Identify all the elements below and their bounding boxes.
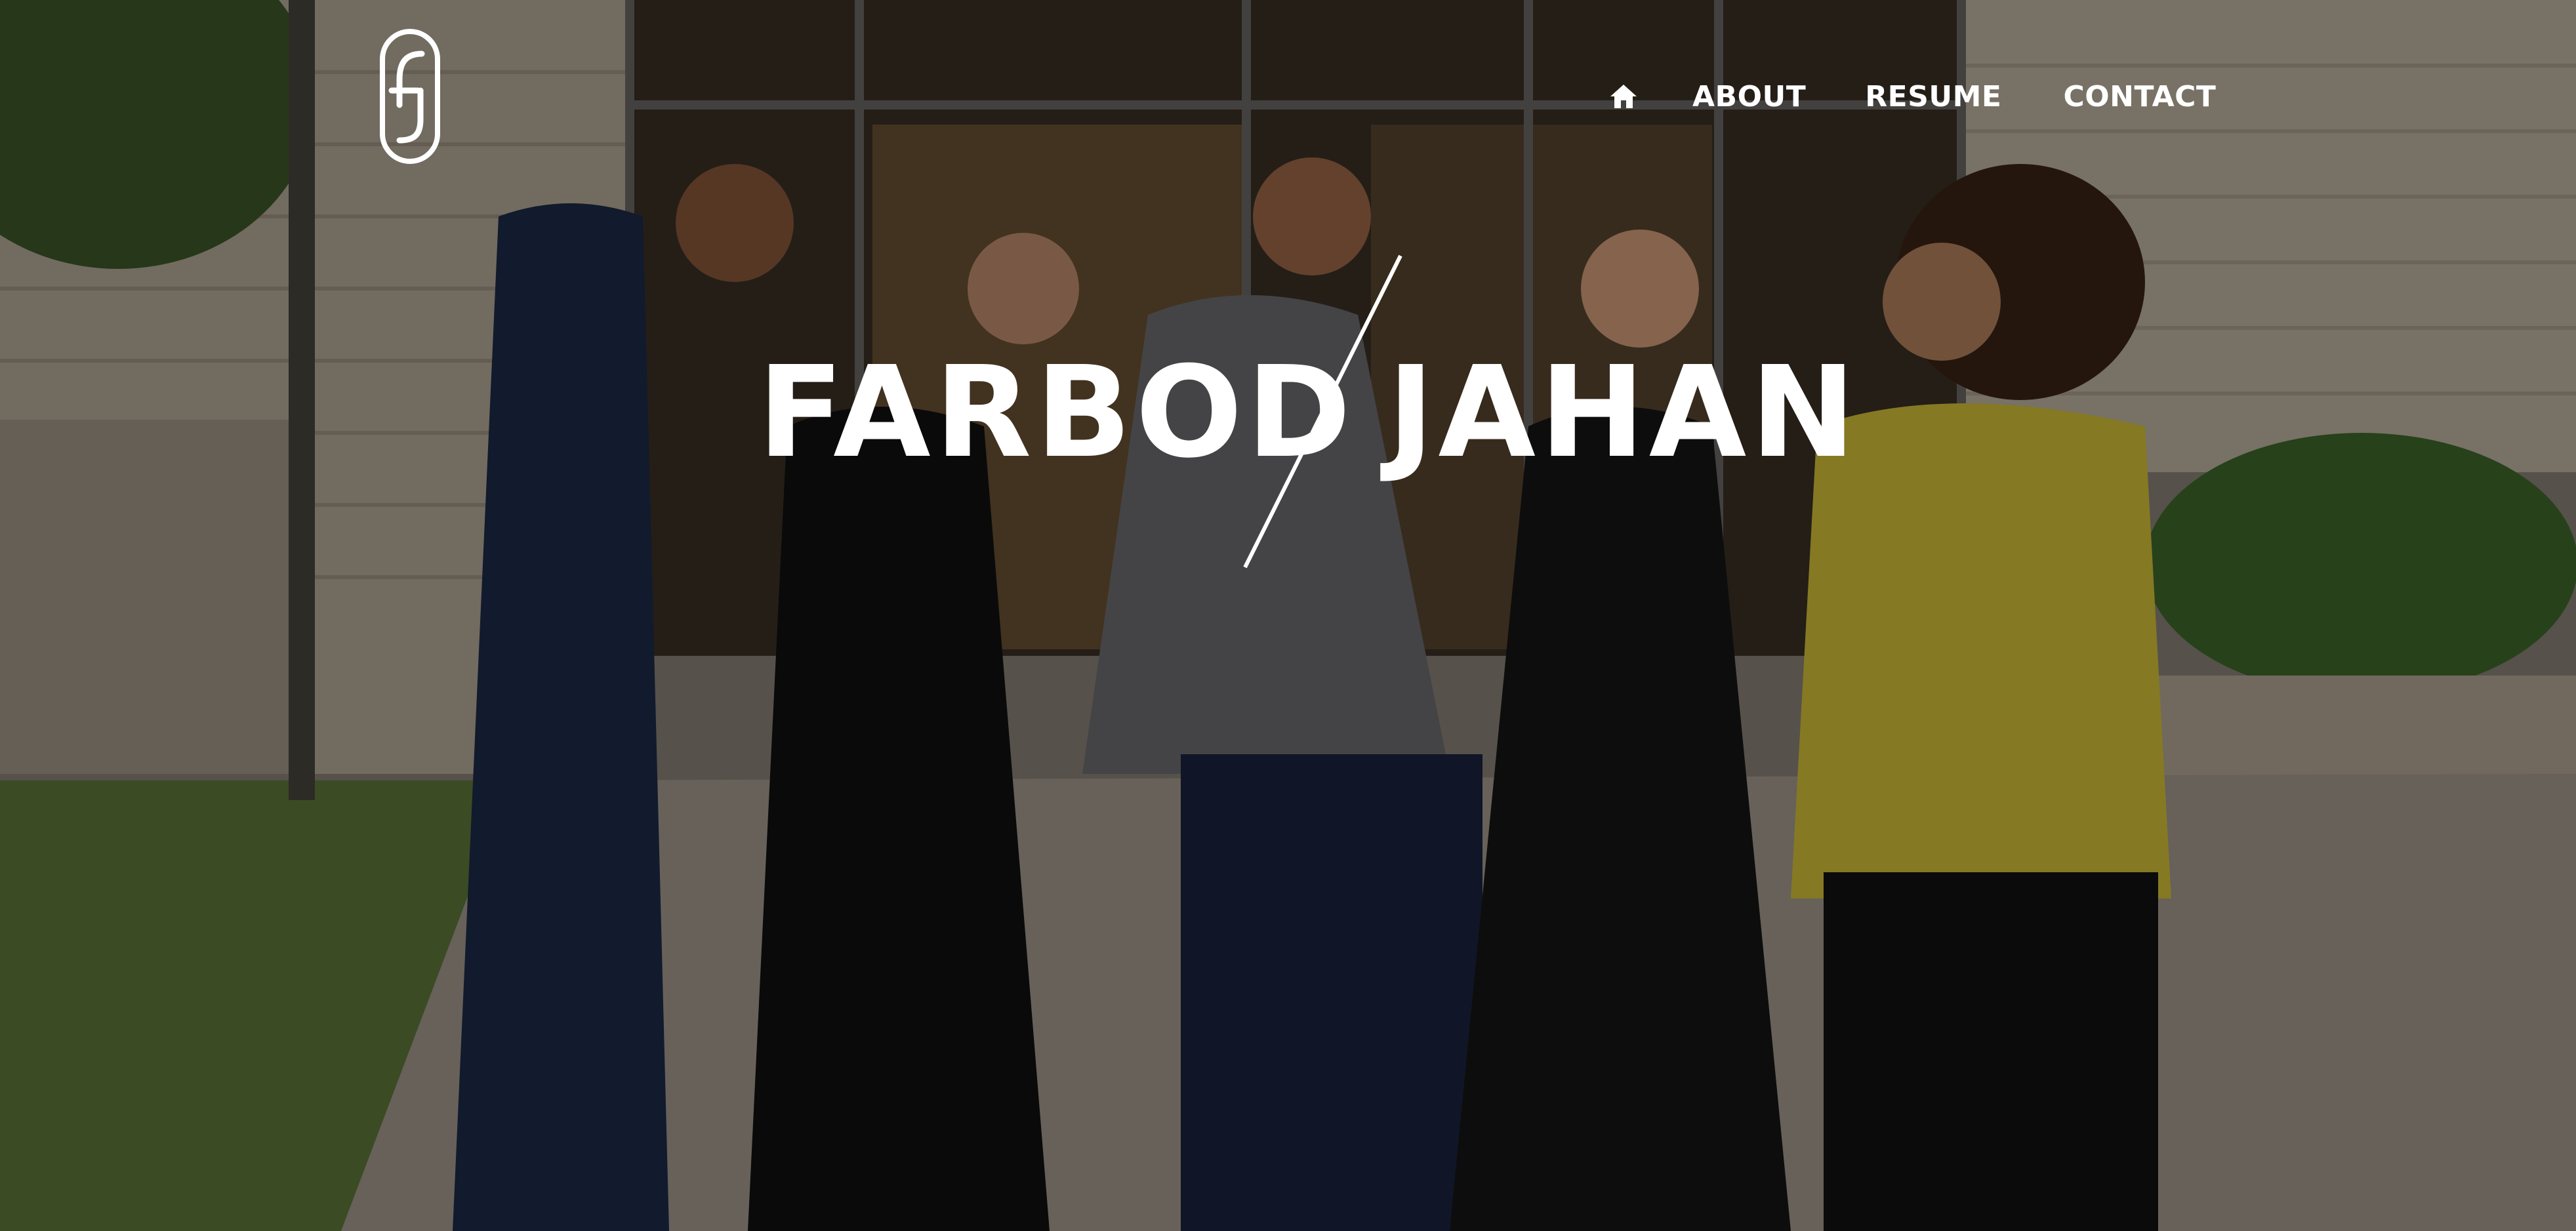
fj-monogram-logo[interactable]	[377, 28, 443, 165]
nav-resume-link[interactable]: RESUME	[1865, 80, 2001, 113]
main-nav: ABOUT RESUME CONTACT	[1601, 73, 2216, 119]
fj-monogram-icon	[380, 29, 440, 164]
wordmark-last-name: JAHAN	[1387, 340, 1860, 486]
hero-section: ABOUT RESUME CONTACT FARBOD JAHAN	[0, 0, 2576, 1231]
nav-contact-link[interactable]: CONTACT	[2063, 80, 2216, 113]
nav-home-link[interactable]	[1601, 77, 1646, 116]
site-wordmark: FARBOD JAHAN	[748, 249, 1856, 577]
home-icon	[1610, 85, 1637, 108]
dark-overlay	[0, 0, 2576, 1231]
nav-about-link[interactable]: ABOUT	[1692, 80, 1806, 113]
